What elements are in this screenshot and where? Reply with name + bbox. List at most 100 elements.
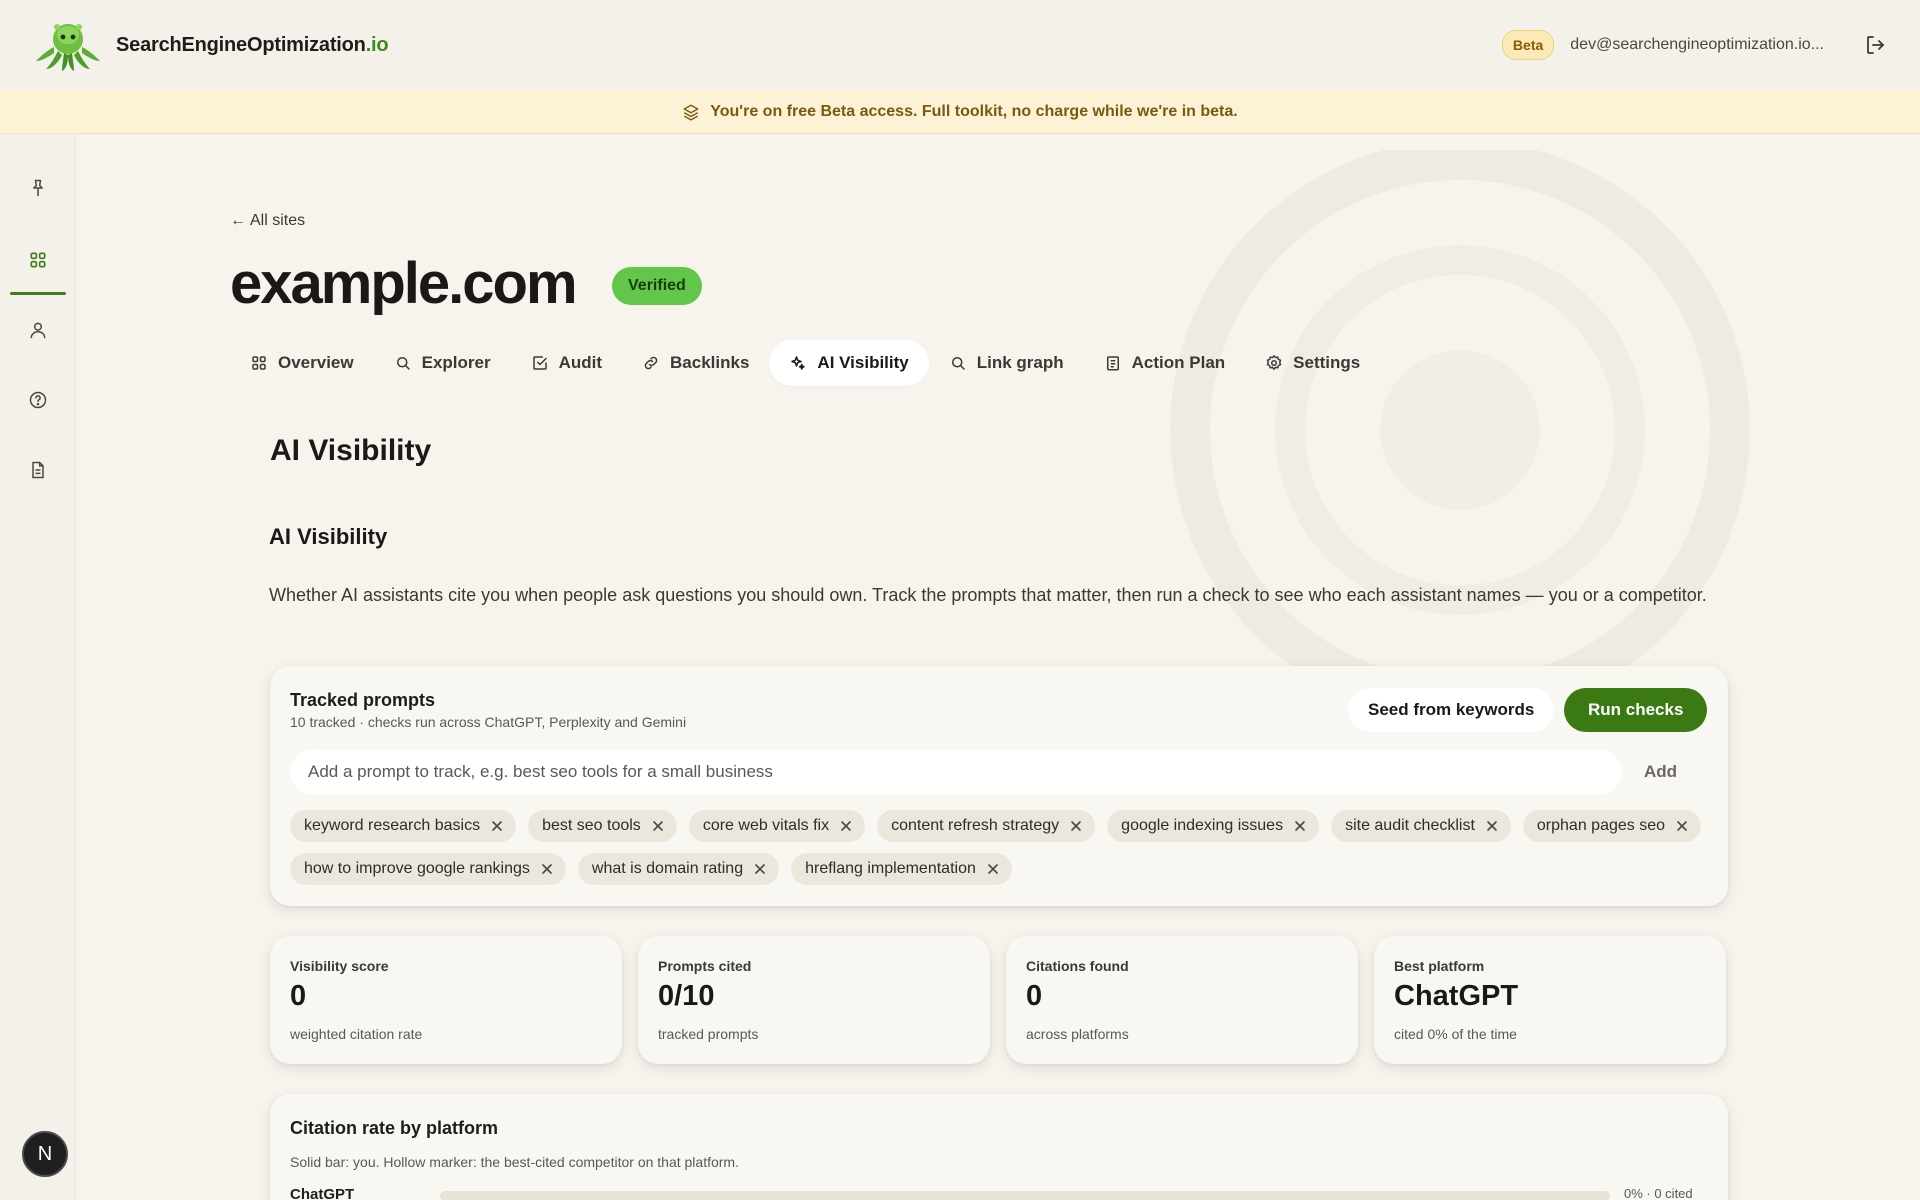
- layers-icon: [683, 104, 699, 121]
- citation-rate-card: Citation rate by platform Solid bar: you…: [270, 1094, 1728, 1200]
- stat-card-citations-found: Citations found 0 across platforms: [1006, 936, 1358, 1064]
- back-to-all-sites-link[interactable]: ← All sites: [230, 212, 305, 230]
- platform-label: ChatGPT: [290, 1186, 355, 1200]
- stat-sub: tracked prompts: [658, 1026, 759, 1042]
- remove-chip-icon[interactable]: [1293, 819, 1307, 833]
- tab-settings[interactable]: Settings: [1245, 340, 1380, 386]
- add-prompt-input[interactable]: [290, 750, 1622, 794]
- stat-sub: cited 0% of the time: [1394, 1026, 1517, 1042]
- citation-rate-subtitle: Solid bar: you. Hollow marker: the best-…: [290, 1154, 739, 1170]
- prompt-chip-label: google indexing issues: [1121, 817, 1284, 834]
- search-icon: [951, 357, 965, 370]
- add-prompt-button[interactable]: Add: [1644, 762, 1677, 782]
- tab-backlinks[interactable]: Backlinks: [622, 340, 769, 386]
- prompt-chip: how to improve google rankings: [290, 853, 566, 885]
- link-icon: [644, 356, 658, 370]
- gear-icon: [1266, 354, 1282, 371]
- prompt-chip: google indexing issues: [1107, 810, 1320, 842]
- prompt-chip: core web vitals fix: [688, 810, 866, 842]
- remove-chip-icon[interactable]: [540, 862, 554, 876]
- section-heading: AI Visibility: [269, 524, 388, 549]
- remove-chip-icon[interactable]: [490, 819, 504, 833]
- section-description: Whether AI assistants cite you when peop…: [269, 585, 1707, 605]
- tab-explorer[interactable]: Explorer: [374, 340, 511, 386]
- remove-chip-icon[interactable]: [753, 862, 767, 876]
- pin-icon: [33, 179, 43, 197]
- stat-value: ChatGPT: [1394, 980, 1519, 1012]
- tab-ai-visibility[interactable]: AI Visibility: [769, 340, 929, 386]
- prompt-chip-label: core web vitals fix: [702, 817, 830, 834]
- sidebar-item-pin[interactable]: [18, 168, 58, 208]
- sidebar-item-account[interactable]: [18, 310, 58, 350]
- sidebar-item-help[interactable]: [18, 380, 58, 420]
- tab-link-graph[interactable]: Link graph: [929, 340, 1084, 386]
- run-checks-button[interactable]: Run checks: [1564, 688, 1708, 732]
- stat-value: 0/10: [658, 980, 715, 1012]
- grid-icon: [30, 252, 46, 268]
- user-icon: [30, 322, 46, 339]
- stat-sub: weighted citation rate: [290, 1026, 423, 1042]
- site-tabs: Overview Explorer Audit Backlinks AI Vis…: [230, 340, 1380, 386]
- remove-chip-icon[interactable]: [1675, 819, 1689, 833]
- prompt-chip: best seo tools: [528, 810, 677, 842]
- grid-icon: [252, 356, 266, 370]
- verified-badge: Verified: [612, 267, 702, 305]
- bottom-avatar[interactable]: N: [22, 1131, 68, 1177]
- citation-rate-bar: [440, 1191, 1610, 1200]
- top-header: SearchEngineOptimization.io Beta dev@sea…: [0, 0, 1920, 90]
- remove-chip-icon[interactable]: [986, 862, 1000, 876]
- tab-overview[interactable]: Overview: [230, 340, 374, 386]
- banner-text: You're on free Beta access. Full toolkit…: [710, 102, 1238, 120]
- stat-value: 0: [1026, 980, 1043, 1012]
- tracked-prompts-card: Tracked prompts 10 tracked · checks run …: [270, 666, 1728, 906]
- page-heading: AI Visibility: [270, 434, 432, 467]
- tab-audit[interactable]: Audit: [511, 340, 622, 386]
- search-icon: [396, 357, 410, 370]
- prompt-chip: what is domain rating: [577, 853, 780, 885]
- stat-label: Prompts cited: [658, 958, 752, 974]
- checkbox-icon: [532, 356, 547, 370]
- prompt-chip: orphan pages seo: [1522, 810, 1702, 842]
- sidebar-item-dashboard[interactable]: [18, 240, 58, 280]
- remove-chip-icon[interactable]: [1069, 819, 1083, 833]
- prompt-chip-label: how to improve google rankings: [304, 860, 530, 877]
- site-title: example.com: [230, 251, 578, 316]
- stat-card-best-platform: Best platform ChatGPT cited 0% of the ti…: [1374, 936, 1726, 1064]
- remove-chip-icon[interactable]: [1485, 819, 1499, 833]
- prompt-chip: content refresh strategy: [877, 810, 1096, 842]
- stat-card-prompts-cited: Prompts cited 0/10 tracked prompts: [638, 936, 990, 1064]
- user-email: dev@searchengineoptimization.io...: [1570, 36, 1824, 53]
- seed-from-keywords-button[interactable]: Seed from keywords: [1348, 688, 1555, 732]
- remove-chip-icon[interactable]: [839, 819, 853, 833]
- prompt-chips: keyword research basics best seo tools cor…: [290, 810, 1710, 885]
- prompt-chip-label: orphan pages seo: [1536, 817, 1666, 834]
- stat-label: Visibility score: [290, 958, 389, 974]
- prompt-chip: hreflang implementation: [791, 853, 1012, 885]
- beta-badge: Beta: [1501, 30, 1555, 60]
- prompt-chip-label: best seo tools: [542, 817, 641, 834]
- sparkle-icon: [791, 356, 806, 370]
- help-icon: [29, 391, 47, 409]
- tab-action-plan[interactable]: Action Plan: [1084, 340, 1246, 386]
- stat-label: Citations found: [1026, 958, 1129, 974]
- sidebar: [0, 134, 76, 1200]
- background-decoration: [1170, 150, 1750, 720]
- remove-chip-icon[interactable]: [651, 819, 665, 833]
- sidebar-item-docs[interactable]: [18, 450, 58, 490]
- tracked-prompts-title: Tracked prompts: [290, 690, 436, 710]
- prompt-chip-label: content refresh strategy: [891, 817, 1060, 834]
- prompt-chip-label: keyword research basics: [304, 817, 481, 834]
- prompt-chip: site audit checklist: [1331, 810, 1511, 842]
- clipboard-icon: [1106, 356, 1119, 371]
- stat-value: 0: [290, 980, 307, 1012]
- brand-name: SearchEngineOptimization.io: [116, 33, 389, 56]
- prompt-chip: keyword research basics: [290, 810, 517, 842]
- octopus-logo-icon: [36, 24, 100, 71]
- document-icon: [32, 461, 44, 479]
- logout-icon[interactable]: [1864, 33, 1888, 57]
- brand[interactable]: SearchEngineOptimization.io: [32, 17, 389, 73]
- citation-rate-title: Citation rate by platform: [290, 1118, 499, 1138]
- citation-rate-value: 0% · 0 cited: [1624, 1186, 1693, 1200]
- sidebar-active-indicator: [10, 292, 66, 295]
- stat-card-visibility-score: Visibility score 0 weighted citation rat…: [270, 936, 622, 1064]
